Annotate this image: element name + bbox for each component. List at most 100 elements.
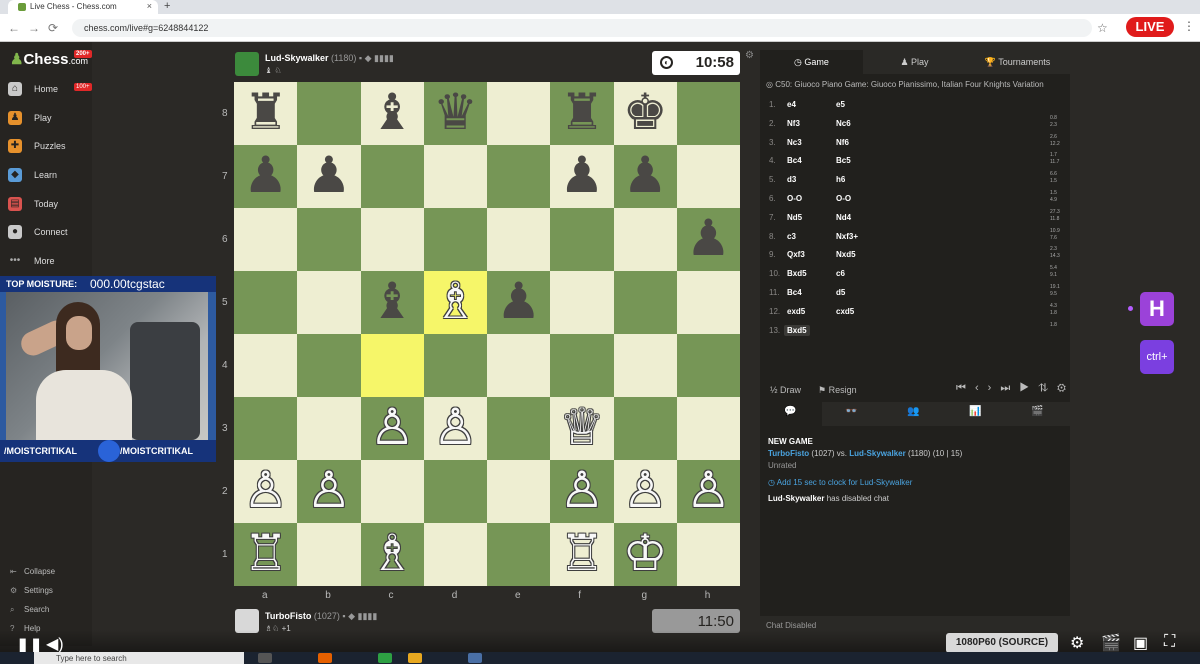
square-c2[interactable]: [360, 460, 424, 523]
square-g6[interactable]: [613, 208, 677, 271]
square-e1[interactable]: [487, 523, 551, 586]
white-move[interactable]: Bc4: [787, 288, 802, 297]
extension-ctrl-button[interactable]: ctrl+: [1140, 340, 1174, 374]
forward-icon[interactable]: →: [28, 21, 40, 35]
extension-h-button[interactable]: H: [1140, 292, 1174, 326]
piece-g2[interactable]: ♙: [614, 460, 677, 523]
fullscreen-icon[interactable]: ⛶: [1164, 633, 1175, 651]
theater-mode-icon[interactable]: ▣: [1133, 633, 1148, 653]
browser-menu-icon[interactable]: ⋮: [1183, 19, 1195, 33]
draw-button[interactable]: ½ Draw: [770, 385, 801, 395]
new-tab-button[interactable]: +: [164, 0, 170, 12]
clip-icon[interactable]: 🎬: [1101, 633, 1121, 653]
task-view-icon[interactable]: [258, 653, 272, 663]
square-b6[interactable]: [297, 208, 361, 271]
square-e2[interactable]: [487, 460, 551, 523]
white-move[interactable]: d3: [787, 175, 796, 184]
piece-a1[interactable]: ♖: [234, 523, 297, 586]
black-move[interactable]: c6: [836, 269, 845, 278]
black-move[interactable]: d5: [836, 288, 845, 297]
move-navigation-icons[interactable]: ⏮ ‹ › ⏭ ▶ ⇅ ⚙: [956, 382, 1069, 395]
firefox-icon[interactable]: [318, 653, 332, 663]
square-e7[interactable]: [487, 145, 551, 208]
black-move[interactable]: cxd5: [836, 307, 854, 316]
square-b3[interactable]: [297, 397, 361, 460]
square-h8[interactable]: [676, 82, 740, 145]
piece-a8[interactable]: ♜: [234, 82, 297, 145]
volume-icon[interactable]: ◀): [46, 634, 64, 654]
square-h1[interactable]: [676, 523, 740, 586]
black-move[interactable]: Nd4: [836, 213, 851, 222]
white-move[interactable]: e4: [787, 100, 796, 109]
square-f5[interactable]: [550, 271, 614, 334]
piece-g8[interactable]: ♚: [614, 82, 677, 145]
binoculars-icon[interactable]: 👓: [845, 406, 857, 417]
black-move[interactable]: Nxd5: [836, 250, 856, 259]
users-icon[interactable]: 👥: [907, 406, 919, 417]
white-move[interactable]: c3: [787, 232, 796, 241]
square-b8[interactable]: [297, 82, 361, 145]
sidebar-item-learn[interactable]: ◆ Learn: [8, 166, 92, 186]
piece-c1[interactable]: ♗: [361, 523, 424, 586]
sidebar-item-connect[interactable]: ● Connect: [8, 223, 92, 243]
square-g5[interactable]: [613, 271, 677, 334]
sidebar-bottom-search[interactable]: ⌕ Search: [10, 605, 49, 615]
bookmark-star-icon[interactable]: ☆: [1097, 21, 1108, 35]
top-player-avatar[interactable]: [235, 52, 259, 76]
square-b4[interactable]: [297, 334, 361, 397]
browser-tab[interactable]: Live Chess - Chess.com ×: [8, 0, 158, 14]
steam-icon[interactable]: [468, 653, 482, 663]
black-move[interactable]: Nc6: [836, 119, 851, 128]
square-h3[interactable]: [676, 397, 740, 460]
chat-white-player[interactable]: TurboFisto: [768, 449, 809, 458]
square-h7[interactable]: [676, 145, 740, 208]
square-d1[interactable]: [423, 523, 487, 586]
tab-tournaments[interactable]: 🏆 Tournaments: [966, 50, 1069, 74]
piece-h6[interactable]: ♟: [677, 208, 740, 271]
piece-c3[interactable]: ♙: [361, 397, 424, 460]
square-d2[interactable]: [423, 460, 487, 523]
black-move[interactable]: O-O: [836, 194, 851, 203]
top-player-name[interactable]: Lud-Skywalker: [265, 53, 329, 63]
piece-b7[interactable]: ♟: [297, 145, 360, 208]
sidebar-bottom-collapse[interactable]: ⇤ Collapse: [10, 567, 55, 576]
white-move[interactable]: Nf3: [787, 119, 800, 128]
black-move[interactable]: Nxf3+: [836, 232, 858, 241]
square-a5[interactable]: [234, 271, 298, 334]
sidebar-item-home[interactable]: ⌂ Home 100+: [8, 80, 92, 100]
piece-a2[interactable]: ♙: [234, 460, 297, 523]
square-e4[interactable]: [487, 334, 551, 397]
piece-d5[interactable]: ♗: [424, 271, 487, 334]
square-c4[interactable]: [360, 334, 424, 397]
piece-g7[interactable]: ♟: [614, 145, 677, 208]
tab-game[interactable]: ◷ Game: [760, 50, 863, 74]
chrome-icon[interactable]: [408, 653, 422, 663]
piece-e5[interactable]: ♟: [487, 271, 550, 334]
white-move[interactable]: Bc4: [787, 156, 802, 165]
white-move[interactable]: Nc3: [787, 138, 802, 147]
piece-f8[interactable]: ♜: [550, 82, 613, 145]
white-move[interactable]: Qxf3: [787, 250, 805, 259]
square-a4[interactable]: [234, 334, 298, 397]
piece-d3[interactable]: ♙: [424, 397, 487, 460]
square-a6[interactable]: [234, 208, 298, 271]
board-settings-icon[interactable]: ⚙: [745, 50, 754, 61]
square-d4[interactable]: [423, 334, 487, 397]
piece-b2[interactable]: ♙: [297, 460, 360, 523]
square-e3[interactable]: [487, 397, 551, 460]
quality-badge[interactable]: 1080P60 (SOURCE): [946, 633, 1058, 653]
square-g3[interactable]: [613, 397, 677, 460]
add-time-link[interactable]: ◷ Add 15 sec to clock for Lud-Skywalker: [768, 478, 912, 487]
clapper-icon[interactable]: 🎬: [1031, 406, 1043, 417]
square-d7[interactable]: [423, 145, 487, 208]
reload-icon[interactable]: ⟳: [48, 21, 58, 35]
black-move[interactable]: e5: [836, 100, 845, 109]
sidebar-item-play[interactable]: ♟ Play: [8, 109, 92, 129]
chat-bubble-icon[interactable]: 💬: [784, 406, 796, 417]
app-icon[interactable]: [378, 653, 392, 663]
black-move[interactable]: Nf6: [836, 138, 849, 147]
sidebar-bottom-settings[interactable]: ⚙ Settings: [10, 586, 53, 595]
tab-play[interactable]: ♟ Play: [863, 50, 966, 74]
piece-f3[interactable]: ♕: [550, 397, 613, 460]
chess-logo[interactable]: ♟Chess.com 200+: [10, 50, 92, 68]
